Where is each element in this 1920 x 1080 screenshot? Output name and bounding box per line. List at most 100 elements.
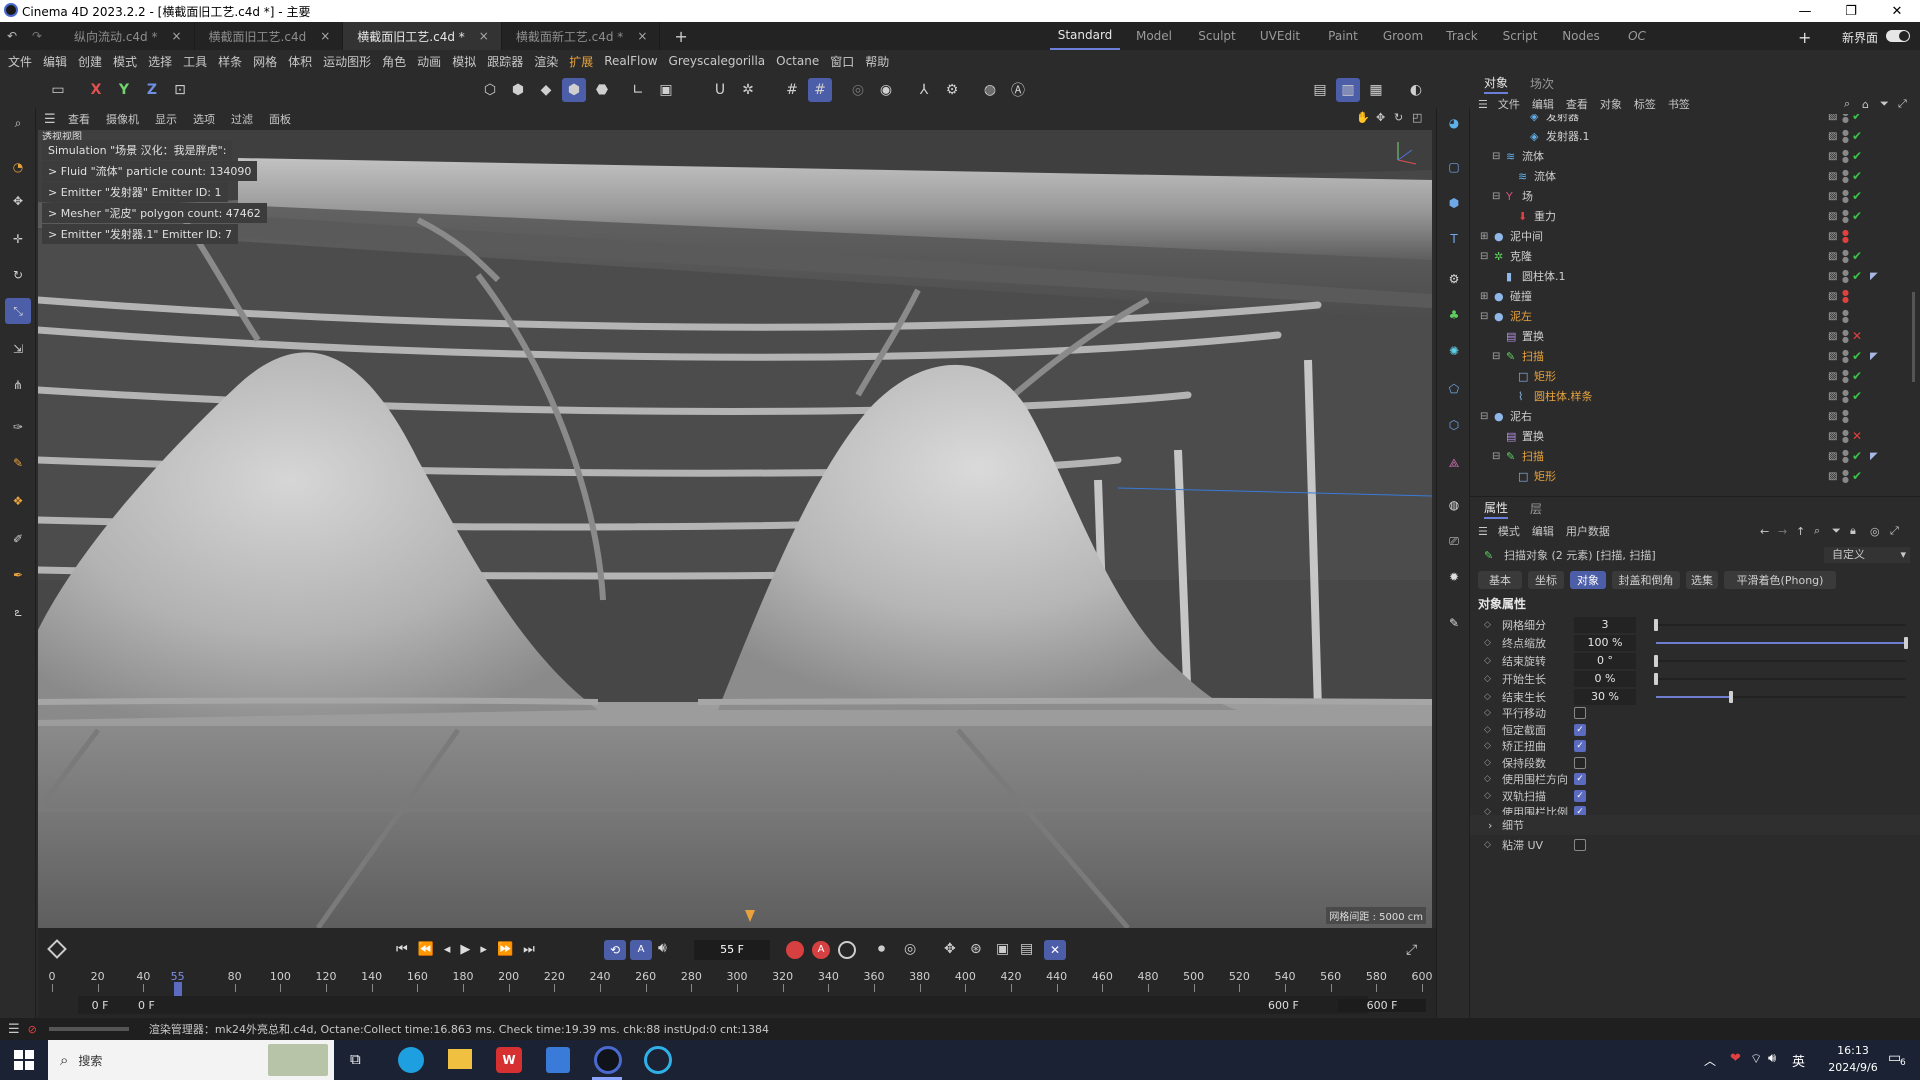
frame-range-bar[interactable] — [78, 996, 1368, 1014]
edit-visibility-icon[interactable]: ▨ — [1828, 191, 1837, 202]
hud-emitter-1[interactable]: > Emitter "发射器" Emitter ID: 1 — [42, 182, 228, 202]
file-explorer-icon[interactable] — [448, 1049, 472, 1069]
network-icon[interactable]: ⌔ — [1750, 1051, 1762, 1067]
edit-visibility-icon[interactable]: ▨ — [1828, 431, 1837, 442]
tags-icon[interactable]: ✎ — [1441, 610, 1467, 636]
collapse-icon[interactable]: ⊟ — [1480, 251, 1488, 262]
menu-item-3[interactable]: 模式 — [113, 53, 137, 70]
tab-attributes[interactable]: 属性 — [1484, 497, 1509, 519]
workplane-icon[interactable]: # — [808, 78, 832, 102]
edit-visibility-icon[interactable]: ▨ — [1828, 451, 1837, 462]
doc-tab-2[interactable]: 横截面旧工艺.c4d * × — [343, 22, 502, 50]
tool-settings-icon[interactable]: ⚙ — [940, 78, 964, 102]
tab-layers[interactable]: 层 — [1530, 497, 1542, 519]
collapse-icon[interactable]: ⊟ — [1492, 351, 1500, 362]
attr-tab-1[interactable]: 坐标 — [1528, 571, 1564, 589]
viewport-menu-filter[interactable]: 过滤 — [231, 111, 253, 127]
minimize-icon[interactable]: — — [1782, 0, 1828, 22]
attr-search-icon[interactable]: ⌕ — [1814, 524, 1820, 538]
tab-objects[interactable]: 对象 — [1484, 72, 1509, 94]
enabled-check-icon[interactable]: ✔ — [1852, 189, 1862, 203]
menu-item-9[interactable]: 运动图形 — [323, 53, 371, 70]
close-tab-icon[interactable]: × — [320, 29, 330, 43]
x-axis-lock[interactable]: X — [84, 78, 108, 102]
animate-diamond-icon[interactable]: ◇ — [1484, 840, 1491, 850]
attr-tab-5[interactable]: 平滑着色(Phong) — [1724, 571, 1836, 589]
y-axis-lock[interactable]: Y — [112, 78, 136, 102]
object-tag-icon[interactable]: ◤ — [1870, 451, 1878, 462]
doc-tab-0[interactable]: 纵向流动.c4d * × — [60, 22, 195, 50]
menu-item-18[interactable]: Octane — [776, 54, 819, 68]
object-row[interactable]: □ 矩形 ▨ ● ● ✔ — [1470, 366, 1920, 386]
object-row[interactable]: ⊟ ≋ 流体 ▨ ● ● ✔ — [1470, 146, 1920, 166]
animate-diamond-icon[interactable]: ◇ — [1484, 656, 1491, 666]
cloner-palette-icon[interactable]: ♣ — [1441, 302, 1467, 328]
edit-visibility-icon[interactable]: ▨ — [1828, 311, 1837, 322]
enabled-check-icon[interactable]: ✔ — [1852, 389, 1862, 403]
viewport-menu-options[interactable]: 选项 — [193, 111, 215, 127]
collapse-icon[interactable]: ⊟ — [1492, 451, 1500, 462]
next-key-icon[interactable]: ⏩ — [497, 942, 513, 957]
edit-visibility-icon[interactable]: ▨ — [1828, 331, 1837, 342]
current-frame-field[interactable]: 55 F — [694, 940, 770, 960]
edit-visibility-icon[interactable]: ▨ — [1828, 211, 1837, 222]
visibility-dots-icon[interactable]: ●● — [1842, 309, 1849, 324]
edit-visibility-icon[interactable]: ▨ — [1828, 351, 1837, 362]
mirror-icon[interactable]: ⅄ — [912, 78, 936, 102]
attr-menu-userdata[interactable]: 用户数据 — [1566, 523, 1610, 539]
tray-app-icon[interactable]: ❤ — [1730, 1051, 1741, 1066]
object-row[interactable]: ≋ 流体 ▨ ● ● ✔ — [1470, 166, 1920, 186]
animate-diamond-icon[interactable]: ◇ — [1484, 708, 1491, 718]
edit-visibility-icon[interactable]: ▨ — [1828, 171, 1837, 182]
new-tab-icon[interactable]: + — [674, 27, 687, 46]
animate-diamond-icon[interactable]: ◇ — [1484, 674, 1491, 684]
menu-item-13[interactable]: 跟踪器 — [487, 53, 523, 70]
visibility-dots-icon[interactable]: ●● — [1842, 169, 1849, 184]
viewport-menu-display[interactable]: 显示 — [155, 111, 177, 127]
attr-expand-icon[interactable]: ⤢ — [1890, 524, 1899, 538]
attr-settings-icon[interactable]: ◎ — [1870, 525, 1880, 538]
disabled-x-icon[interactable]: ✕ — [1852, 329, 1862, 343]
object-menu-object[interactable]: 对象 — [1600, 96, 1622, 112]
render-region-icon[interactable]: ◐ — [1404, 78, 1428, 102]
animate-diamond-icon[interactable]: ◇ — [1484, 791, 1491, 801]
environment-icon[interactable]: ◍ — [1441, 492, 1467, 518]
menu-item-2[interactable]: 创建 — [78, 53, 102, 70]
menu-item-1[interactable]: 编辑 — [43, 53, 67, 70]
edit-visibility-icon[interactable]: ▨ — [1828, 271, 1837, 282]
paint-brush-icon[interactable]: ✐ — [5, 526, 31, 552]
details-group[interactable]: › 细节 — [1470, 815, 1920, 835]
property-value-field[interactable]: 3 — [1574, 617, 1636, 633]
range-mode-icon[interactable]: A — [630, 940, 652, 960]
layout-4[interactable]: Paint — [1314, 22, 1372, 50]
octane-taskbar-icon[interactable] — [644, 1046, 672, 1074]
object-home-icon[interactable]: ⌂ — [1862, 98, 1869, 111]
menu-item-14[interactable]: 渲染 — [534, 53, 558, 70]
object-menu-icon[interactable]: ☰ — [1478, 98, 1488, 111]
end-frame-b[interactable]: 600 F — [1338, 999, 1426, 1012]
object-menu-tags[interactable]: 标签 — [1634, 96, 1656, 112]
visibility-dots-icon[interactable]: ●● — [1842, 209, 1849, 224]
object-expand-icon[interactable]: ⤢ — [1898, 97, 1907, 111]
render-settings-icon[interactable]: ▦ — [1364, 78, 1388, 102]
animate-diamond-icon[interactable]: ◇ — [1484, 741, 1491, 751]
close-tab-icon[interactable]: × — [171, 29, 181, 43]
visibility-dots-icon[interactable]: ●● — [1842, 149, 1849, 164]
hair-tool-icon[interactable]: ఽ — [5, 600, 31, 626]
visibility-dots-icon[interactable]: ●● — [1842, 289, 1849, 304]
collapse-icon[interactable]: ⊟ — [1480, 411, 1488, 422]
property-slider[interactable] — [1656, 637, 1908, 649]
menu-item-5[interactable]: 工具 — [183, 53, 207, 70]
motion-system-icon[interactable]: ▤ — [1020, 941, 1033, 957]
spline-objects-icon[interactable]: ▢ — [1441, 154, 1467, 180]
visibility-dots-icon[interactable]: ●● — [1842, 129, 1849, 144]
edit-visibility-icon[interactable]: ▨ — [1828, 114, 1837, 122]
render-picture-viewer-icon[interactable]: ▥ — [1336, 78, 1360, 102]
uv-mode-icon[interactable]: ⬣ — [590, 78, 614, 102]
edit-visibility-icon[interactable]: ▨ — [1828, 411, 1837, 422]
object-row[interactable]: ◈ 发射器 ▨ ●●✔ — [1470, 114, 1920, 126]
property-value-field[interactable]: 0 ° — [1574, 653, 1636, 669]
layout-toggle[interactable] — [1886, 30, 1910, 42]
forward-arrow-icon[interactable]: → — [1778, 525, 1787, 538]
ime-indicator[interactable]: 英 — [1792, 1051, 1805, 1070]
